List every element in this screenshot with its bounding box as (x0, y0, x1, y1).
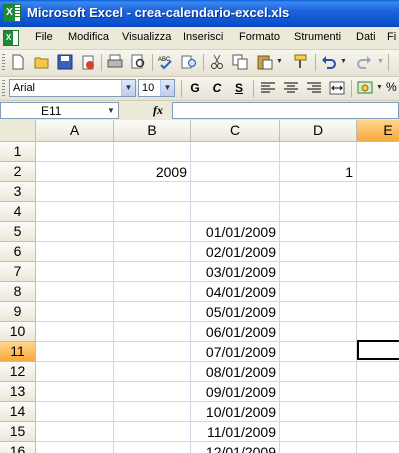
toolbar-grip[interactable] (2, 54, 5, 70)
chevron-down-icon[interactable]: ▼ (104, 103, 118, 118)
currency-dropdown-icon[interactable]: ▼ (376, 84, 383, 91)
row-header-12[interactable]: 12 (0, 362, 36, 382)
font-size-value: 10 (142, 82, 155, 94)
cell-c7[interactable]: 03/01/2009 (191, 262, 276, 282)
merge-center-icon[interactable] (329, 80, 345, 96)
save-icon[interactable] (57, 54, 73, 70)
cell-b2[interactable]: 2009 (114, 162, 187, 182)
underline-button[interactable]: S (230, 80, 248, 97)
chevron-down-icon[interactable]: ▼ (160, 80, 174, 96)
cell-c8[interactable]: 04/01/2009 (191, 282, 276, 302)
copy-icon[interactable] (232, 54, 248, 70)
paste-dropdown-icon[interactable]: ▼ (276, 58, 283, 65)
align-left-icon[interactable] (260, 80, 276, 96)
research-icon[interactable] (181, 54, 197, 70)
column-header-c[interactable]: C (191, 120, 280, 142)
excel-app-icon[interactable]: X (3, 4, 21, 22)
row-header-5[interactable]: 5 (0, 222, 36, 242)
format-painter-icon[interactable] (293, 54, 309, 70)
menu-modifica[interactable]: Modifica (68, 31, 109, 43)
menu-file[interactable]: File (35, 31, 53, 43)
permission-icon[interactable] (80, 54, 96, 70)
select-all-corner[interactable] (0, 120, 36, 142)
align-center-icon[interactable] (283, 80, 299, 96)
open-icon[interactable] (34, 54, 50, 70)
name-box[interactable]: E11 ▼ (0, 102, 119, 119)
worksheet-grid[interactable]: A B C D E 1 2 3 4 5 6 7 8 9 10 11 12 13 14 15 16 2009 1 01/01/2… (0, 120, 399, 453)
row-header-13[interactable]: 13 (0, 382, 36, 402)
name-box-value: E11 (41, 104, 62, 118)
row-header-10[interactable]: 10 (0, 322, 36, 342)
cell-c5[interactable]: 01/01/2009 (191, 222, 276, 242)
font-name-select[interactable]: Arial ▼ (9, 79, 136, 97)
column-header-d[interactable]: D (280, 120, 357, 142)
gridline (113, 142, 114, 453)
spelling-icon[interactable]: ABC (158, 54, 174, 70)
menu-dati[interactable]: Dati (356, 31, 376, 43)
row-header-11[interactable]: 11 (0, 342, 36, 362)
italic-button[interactable]: C (208, 80, 226, 97)
cell-c16[interactable]: 12/01/2009 (191, 442, 276, 453)
column-header-a[interactable]: A (36, 120, 114, 142)
paste-icon[interactable] (257, 54, 273, 70)
cell-c9[interactable]: 05/01/2009 (191, 302, 276, 322)
menu-bar: X File Modifica Visualizza Inserisci For… (0, 27, 399, 50)
workbook-icon[interactable]: X (3, 30, 19, 46)
menu-formato[interactable]: Formato (239, 31, 280, 43)
row-header-16[interactable]: 16 (0, 442, 36, 453)
column-header-b[interactable]: B (114, 120, 191, 142)
selected-cell-e11[interactable] (357, 340, 399, 360)
cell-c11[interactable]: 07/01/2009 (191, 342, 276, 362)
menu-visualizza[interactable]: Visualizza (122, 31, 171, 43)
chevron-down-icon[interactable]: ▼ (121, 80, 135, 96)
toolbar-grip[interactable] (2, 80, 5, 96)
cut-icon[interactable] (209, 54, 225, 70)
font-size-select[interactable]: 10 ▼ (138, 79, 175, 97)
row-header-14[interactable]: 14 (0, 402, 36, 422)
cell-c15[interactable]: 11/01/2009 (191, 422, 276, 442)
row-header-8[interactable]: 8 (0, 282, 36, 302)
redo-dropdown-icon[interactable]: ▼ (377, 58, 384, 65)
row-header-2[interactable]: 2 (0, 162, 36, 182)
row-header-6[interactable]: 6 (0, 242, 36, 262)
cell-c6[interactable]: 02/01/2009 (191, 242, 276, 262)
menu-finestra[interactable]: Fi (387, 31, 396, 43)
cell-c10[interactable]: 06/01/2009 (191, 322, 276, 342)
currency-icon[interactable] (357, 80, 373, 96)
row-header-7[interactable]: 7 (0, 262, 36, 282)
new-icon[interactable] (10, 54, 26, 70)
gridline (279, 142, 280, 453)
title-bar[interactable]: X Microsoft Excel - crea-calendario-exce… (0, 0, 399, 27)
align-right-icon[interactable] (306, 80, 322, 96)
font-name-value: Arial (13, 82, 36, 94)
undo-icon[interactable] (321, 54, 337, 70)
formatting-toolbar: Arial ▼ 10 ▼ G C S ▼ % (0, 77, 399, 101)
row-header-3[interactable]: 3 (0, 182, 36, 202)
gridline (36, 201, 399, 202)
formula-bar: E11 ▼ fx (0, 101, 399, 120)
menu-inserisci[interactable]: Inserisci (183, 31, 223, 43)
cell-d2[interactable]: 1 (280, 162, 353, 182)
cell-c14[interactable]: 10/01/2009 (191, 402, 276, 422)
formula-input[interactable] (172, 102, 399, 119)
menu-strumenti[interactable]: Strumenti (294, 31, 341, 43)
column-header-e[interactable]: E (357, 120, 399, 142)
row-header-15[interactable]: 15 (0, 422, 36, 442)
row-header-4[interactable]: 4 (0, 202, 36, 222)
cell-c12[interactable]: 08/01/2009 (191, 362, 276, 382)
row-header-1[interactable]: 1 (0, 142, 36, 162)
print-preview-icon[interactable] (130, 54, 146, 70)
print-icon[interactable] (107, 54, 123, 70)
undo-dropdown-icon[interactable]: ▼ (340, 58, 347, 65)
row-header-9[interactable]: 9 (0, 302, 36, 322)
gridline (356, 142, 357, 453)
bold-button[interactable]: G (186, 80, 204, 97)
redo-icon[interactable] (356, 54, 372, 70)
insert-function-icon[interactable]: fx (153, 103, 163, 118)
window-title: Microsoft Excel - crea-calendario-excel.… (27, 5, 290, 20)
percent-icon[interactable]: % (386, 80, 397, 94)
standard-toolbar: ABC ▼ ▼ ▼ (0, 50, 399, 77)
cell-c13[interactable]: 09/01/2009 (191, 382, 276, 402)
